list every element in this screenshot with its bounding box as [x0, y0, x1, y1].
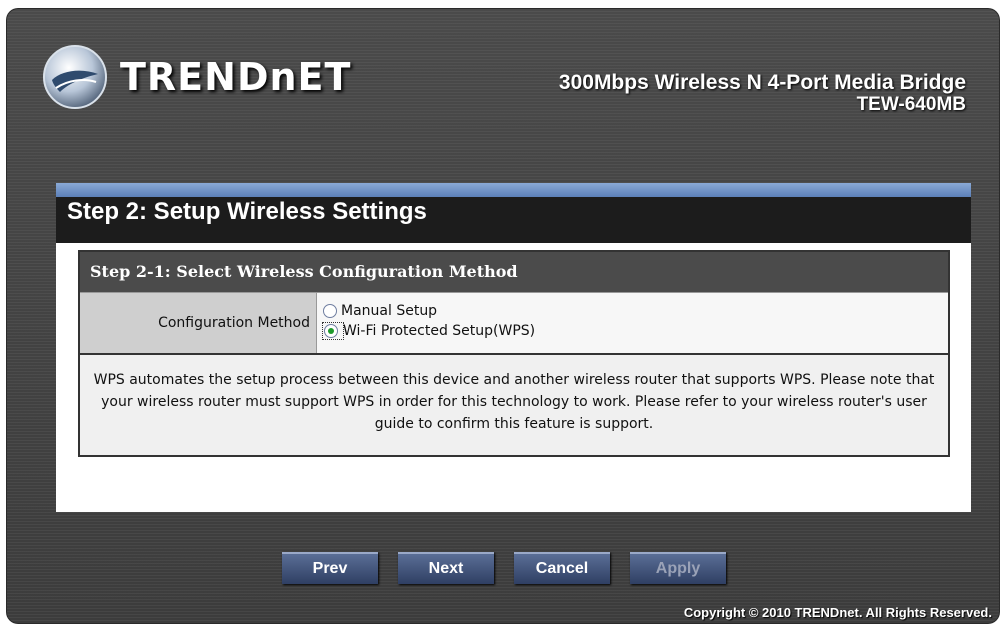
config-row: Configuration Method Manual Setup Wi-Fi …	[80, 292, 948, 355]
section-title: Step 2-1: Select Wireless Configuration …	[80, 252, 948, 292]
cancel-button[interactable]: Cancel	[514, 552, 610, 584]
config-label: Configuration Method	[80, 293, 317, 353]
copyright-text: Copyright © 2010 TRENDnet. All Rights Re…	[683, 605, 992, 620]
option-manual-setup[interactable]: Manual Setup	[323, 301, 948, 321]
apply-button[interactable]: Apply	[630, 552, 726, 584]
wps-focus-box	[322, 322, 344, 340]
product-model: TEW-640MB	[856, 94, 966, 115]
main-panel: Step 2: Setup Wireless Settings Step 2-1…	[56, 183, 971, 512]
panel-accent-bar	[56, 183, 971, 197]
config-section: Step 2-1: Select Wireless Configuration …	[78, 250, 950, 457]
trendnet-logo: TRENDnET	[42, 42, 351, 112]
trendnet-logo-icon	[43, 45, 107, 109]
prev-button[interactable]: Prev	[282, 552, 378, 584]
option-wps-label: Wi-Fi Protected Setup(WPS)	[343, 323, 536, 339]
radio-wps[interactable]	[324, 324, 338, 338]
next-button[interactable]: Next	[398, 552, 494, 584]
option-wps[interactable]: Wi-Fi Protected Setup(WPS)	[322, 321, 948, 341]
radio-manual-setup[interactable]	[323, 304, 337, 318]
product-title: 300Mbps Wireless N 4-Port Media Bridge T…	[559, 72, 966, 116]
logo-text: TRENDnET	[120, 55, 352, 99]
config-options: Manual Setup Wi-Fi Protected Setup(WPS)	[317, 293, 948, 353]
wps-description: WPS automates the setup process between …	[93, 372, 935, 432]
product-name: 300Mbps Wireless N 4-Port Media Bridge	[558, 71, 966, 94]
button-bar: Prev Next Cancel Apply	[282, 552, 726, 584]
option-manual-setup-label: Manual Setup	[341, 303, 438, 319]
panel-title: Step 2: Setup Wireless Settings	[56, 197, 971, 243]
